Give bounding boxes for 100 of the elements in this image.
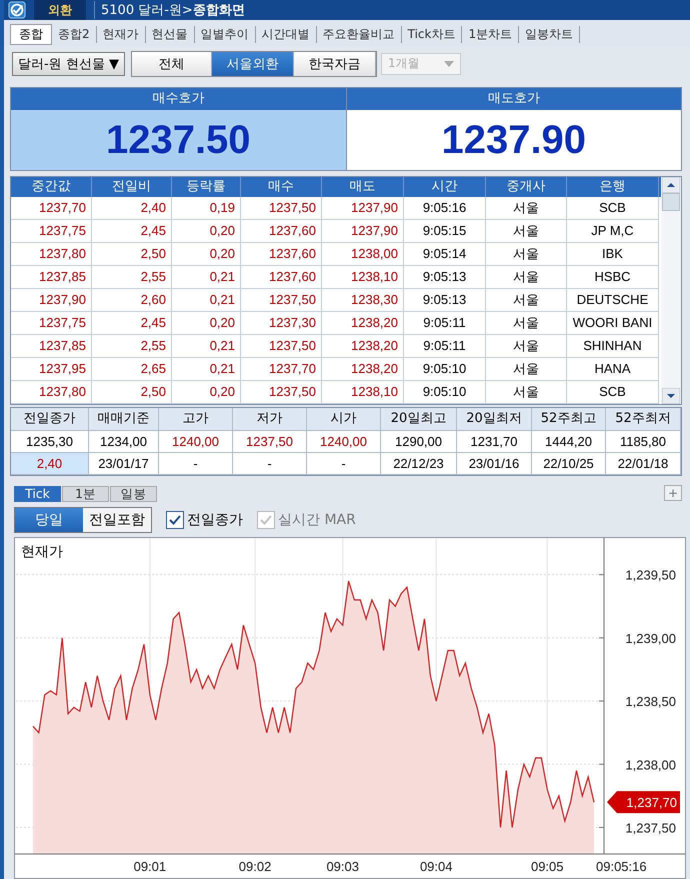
table-cell: 1237,50 xyxy=(241,289,322,312)
table-cell: 1237,60 xyxy=(241,220,322,243)
chart-tab[interactable]: Tick xyxy=(14,486,61,502)
column-header: 전일비 xyxy=(92,177,172,197)
tab[interactable]: 시간대별 xyxy=(256,26,317,43)
table-cell: 9:05:13 xyxy=(404,289,486,312)
table-cell: 1237,70 xyxy=(11,197,92,220)
table-cell: 1231,70 xyxy=(457,431,532,453)
table-cell: 2,55 xyxy=(92,266,172,289)
table-cell: 0,20 xyxy=(172,220,241,243)
column-header: 고가 xyxy=(159,408,233,431)
x-tick-label: 09:05:16 xyxy=(596,859,647,874)
table-cell: 1444,20 xyxy=(532,431,606,453)
market-toggle[interactable]: 서울외환 xyxy=(212,52,294,76)
chart-tab[interactable]: 1분 xyxy=(62,486,109,502)
market-toggle[interactable]: 전체 xyxy=(132,52,212,76)
table-cell: 1237,75 xyxy=(11,312,92,335)
y-tick-label: 1,238,50 xyxy=(625,694,676,710)
table-cell: 1235,30 xyxy=(11,431,89,453)
table-cell: 1237,60 xyxy=(241,243,322,266)
table-cell: 1237,85 xyxy=(11,266,92,289)
table-cell: 0,20 xyxy=(172,312,241,335)
instrument-dropdown[interactable]: 달러-원 현선물 ▼ xyxy=(12,52,125,76)
column-header: 20일최저 xyxy=(457,408,532,431)
table-cell: 0,20 xyxy=(172,381,241,404)
table-cell: 2,45 xyxy=(92,312,172,335)
table-cell: 1237,50 xyxy=(241,381,322,404)
table-cell: 1237,90 xyxy=(11,289,92,312)
table-cell: 0,21 xyxy=(172,289,241,312)
add-button[interactable]: + xyxy=(664,485,682,501)
table-cell: 9:05:16 xyxy=(404,197,486,220)
table-cell: SHINHAN xyxy=(567,335,659,358)
table-cell: 1237,75 xyxy=(11,220,92,243)
table-cell: 서울 xyxy=(486,335,567,358)
tab[interactable]: 현선물 xyxy=(146,26,195,43)
table-cell: 1237,30 xyxy=(241,312,322,335)
tab[interactable]: 1분차트 xyxy=(462,26,520,43)
window-title: 5100 달러-원>종합화면 xyxy=(94,1,245,19)
table-cell: 1240,00 xyxy=(159,431,233,453)
table-cell: HANA xyxy=(567,358,659,381)
quote-price: 1237.90 xyxy=(346,110,681,170)
x-tick-label: 09:04 xyxy=(420,859,452,874)
table-cell: 9:05:10 xyxy=(404,358,486,381)
table-cell: 9:05:13 xyxy=(404,266,486,289)
table-cell: SCB xyxy=(567,197,659,220)
y-tick-label: 1,239,50 xyxy=(625,568,676,583)
tab[interactable]: 종합2 xyxy=(52,26,97,43)
table-cell: 서울 xyxy=(486,220,567,243)
tab[interactable]: 주요환율비교 xyxy=(316,26,402,43)
table-cell: 1238,20 xyxy=(322,358,404,381)
table-cell: 22/01/18 xyxy=(606,453,681,475)
table-cell: 1237,70 xyxy=(241,358,322,381)
table-cell: - xyxy=(307,453,381,475)
table-cell: 서울 xyxy=(486,289,567,312)
table-cell: 1238,10 xyxy=(322,266,404,289)
table-cell: 서울 xyxy=(486,266,567,289)
table-cell: 1238,10 xyxy=(322,381,404,404)
x-tick-label: 09:05 xyxy=(530,859,564,874)
table-cell: JP M,C xyxy=(567,220,659,243)
table-cell: 9:05:10 xyxy=(404,381,486,404)
column-header: 매도 xyxy=(322,177,404,197)
table-cell: 1237,90 xyxy=(322,197,404,220)
column-header: 시가 xyxy=(307,408,381,431)
tab[interactable]: 일봉차트 xyxy=(519,26,580,43)
table-cell: 2,50 xyxy=(92,243,172,266)
table-cell: 9:05:11 xyxy=(404,312,486,335)
y-tick-label: 1,238,00 xyxy=(625,757,676,772)
y-tick-label: 1,237,50 xyxy=(625,820,676,836)
table-cell: 1234,00 xyxy=(89,431,159,453)
tab[interactable]: Tick차트 xyxy=(402,26,462,43)
price-marker: 1,237,70 xyxy=(607,791,680,814)
range-toggle[interactable]: 전일포함 xyxy=(83,508,151,532)
table-cell: 9:05:11 xyxy=(404,335,486,358)
table-cell: 9:05:15 xyxy=(404,220,486,243)
table-cell: 1238,20 xyxy=(322,335,404,358)
range-toggle[interactable]: 당일 xyxy=(15,508,83,532)
table-cell: 1290,00 xyxy=(381,431,457,453)
table-cell: 0,20 xyxy=(172,243,241,266)
quote-price: 1237.50 xyxy=(11,110,346,170)
table-cell: 2,40 xyxy=(11,453,89,475)
table-cell: 23/01/16 xyxy=(457,453,532,475)
tab[interactable]: 일별추이 xyxy=(194,26,256,43)
checkbox-label: 실시간 MAR xyxy=(278,511,356,529)
column-header: 52주최고 xyxy=(532,408,606,431)
table-cell: 1238,30 xyxy=(322,289,404,312)
table-cell: 22/12/23 xyxy=(381,453,457,475)
table-cell: - xyxy=(159,453,233,475)
chart-title: 현재가 xyxy=(21,544,63,560)
table-cell: 0,21 xyxy=(172,335,241,358)
checkbox-label: 전일종가 xyxy=(187,511,243,529)
tab[interactable]: 현재가 xyxy=(96,26,146,43)
table-cell: 23/01/17 xyxy=(89,453,159,475)
chart-tab[interactable]: 일봉 xyxy=(110,486,157,502)
table-cell: 1240,00 xyxy=(307,431,381,453)
table-cell: 22/10/25 xyxy=(532,453,606,475)
market-toggle[interactable]: 한국자금 xyxy=(294,52,376,76)
table-cell: 1237,80 xyxy=(11,381,92,404)
tab[interactable]: 종합 xyxy=(10,24,52,45)
y-tick-label: 1,239,00 xyxy=(625,630,676,646)
column-header: 등락률 xyxy=(172,177,241,197)
